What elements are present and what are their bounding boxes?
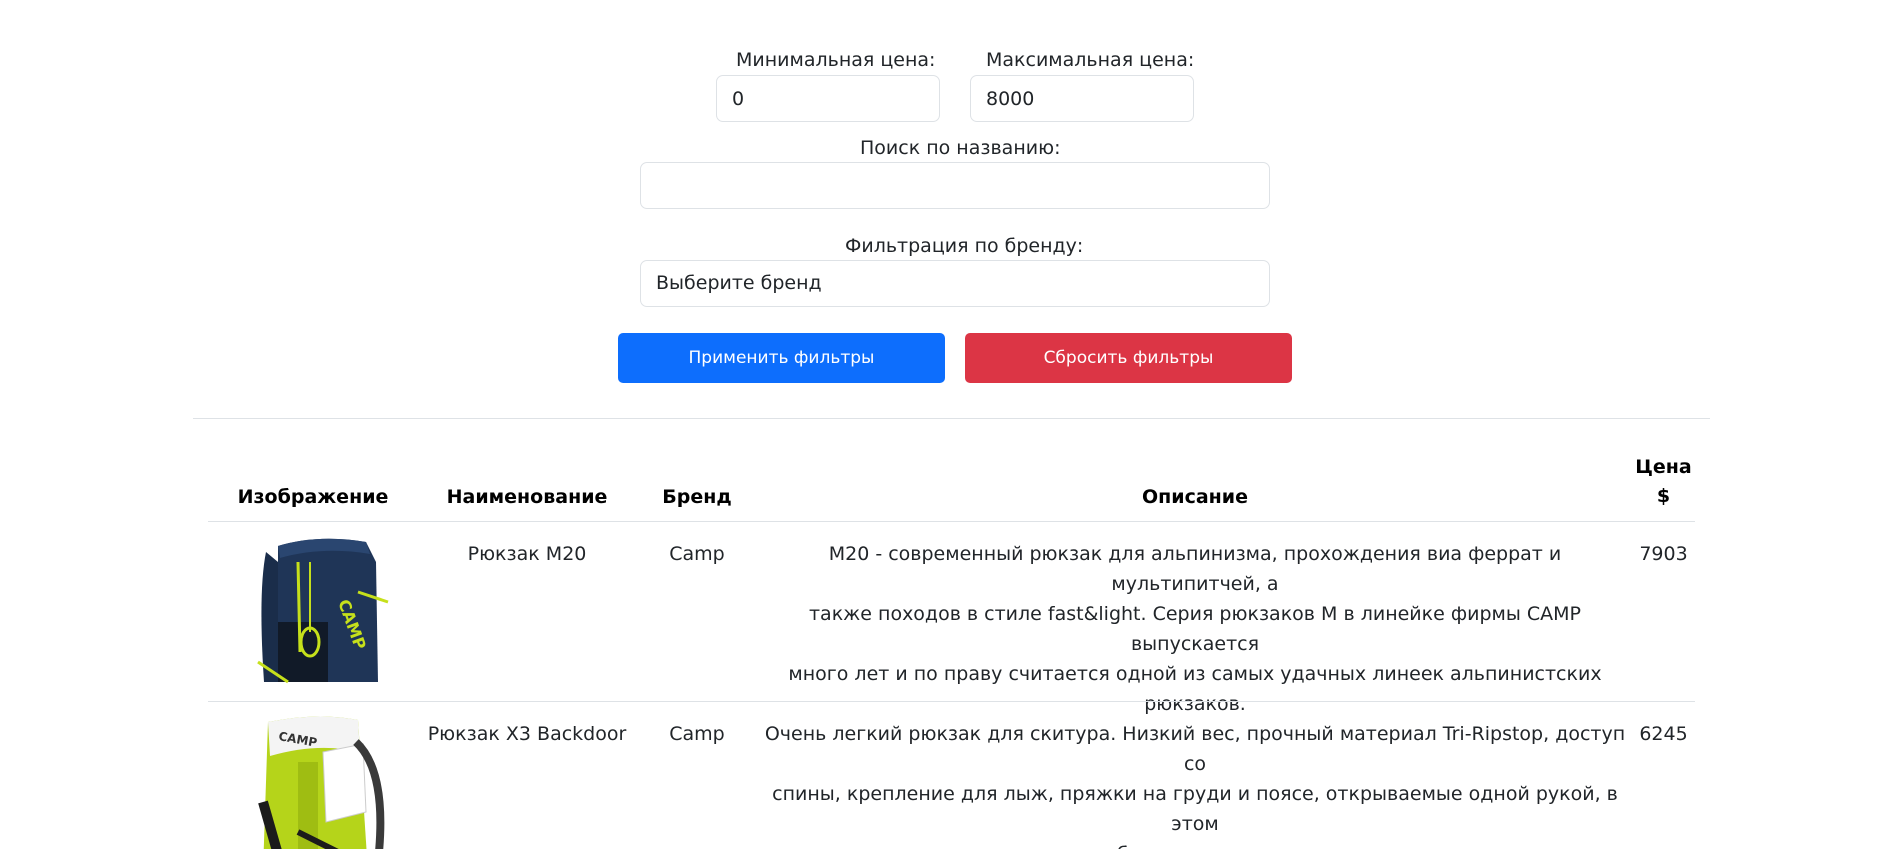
min-price-input[interactable] <box>716 75 940 122</box>
header-separator <box>208 521 1695 522</box>
page: Минимальная цена: Максимальная цена: Пои… <box>0 0 1889 849</box>
max-price-label: Максимальная цена: <box>986 49 1195 71</box>
search-input[interactable] <box>640 162 1270 209</box>
brand-filter-label: Фильтрация по бренду: <box>845 235 1084 257</box>
product-name: Рюкзак M20 <box>467 543 587 565</box>
header-price: Цена $ <box>1632 453 1695 511</box>
product-brand: Camp <box>669 543 725 565</box>
product-brand: Camp <box>669 723 725 745</box>
header-description: Описание <box>1141 486 1248 508</box>
reset-filters-button[interactable]: Сбросить фильтры <box>965 333 1292 383</box>
description-line: M20 - современный рюкзак для альпинизма,… <box>828 543 1562 595</box>
row-separator <box>208 701 1695 702</box>
backpack-camp-navy-image: CAMP <box>238 532 398 692</box>
backpack-camp-lime-image: CAMP <box>238 712 398 849</box>
search-label: Поиск по названию: <box>860 137 1061 159</box>
product-price: 6245 <box>1639 723 1688 745</box>
product-name: Рюкзак X3 Backdoor <box>427 723 627 745</box>
description-line: спины, крепление для лыж, пряжки на груд… <box>772 783 1618 835</box>
divider <box>193 418 1710 419</box>
description-line: рюкзаке есть все, что необходимо для дне… <box>762 839 1628 849</box>
header-image: Изображение <box>237 486 389 508</box>
header-brand: Бренд <box>662 486 732 508</box>
apply-filters-button[interactable]: Применить фильтры <box>618 333 945 383</box>
header-price-label: Цена <box>1635 456 1692 478</box>
description-line: также походов в стиле fast&light. Серия … <box>808 603 1582 655</box>
product-description: Очень легкий рюкзак для скитура. Низкий … <box>762 719 1628 849</box>
product-description: M20 - современный рюкзак для альпинизма,… <box>762 539 1628 719</box>
max-price-input[interactable] <box>970 75 1194 122</box>
min-price-label: Минимальная цена: <box>736 49 936 71</box>
description-line: много лет и по праву считается одной из … <box>788 663 1602 715</box>
brand-select-value: Выберите бренд <box>656 272 822 294</box>
brand-select[interactable]: Выберите бренд <box>640 260 1270 307</box>
header-name: Наименование <box>446 486 608 508</box>
description-line: Очень легкий рюкзак для скитура. Низкий … <box>764 723 1626 775</box>
header-price-currency: $ <box>1656 485 1671 507</box>
product-price: 7903 <box>1639 543 1688 565</box>
